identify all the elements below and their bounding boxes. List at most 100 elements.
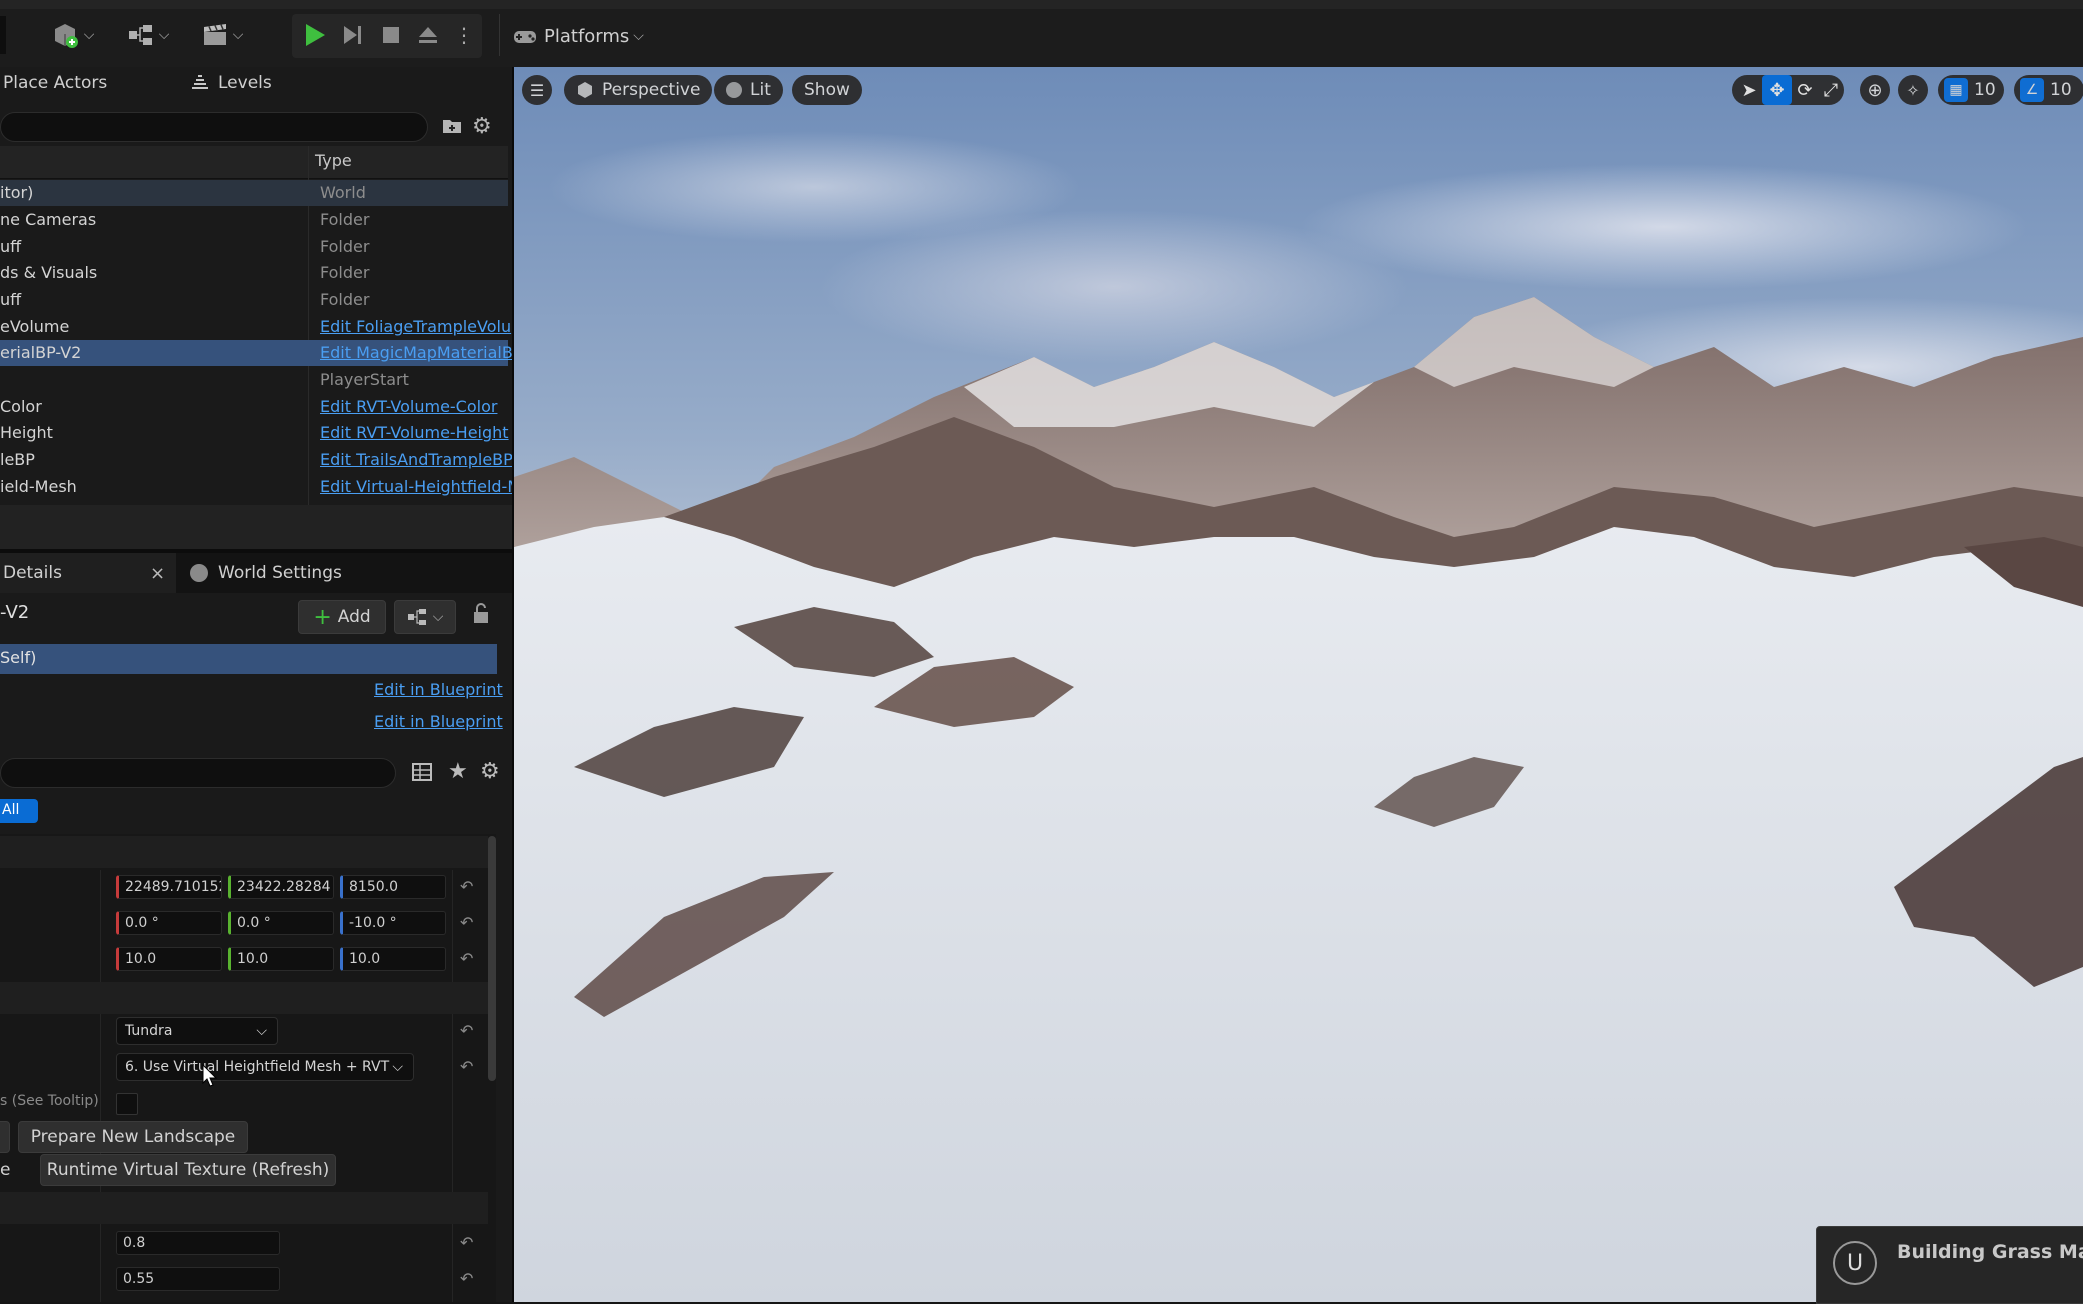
- outliner-search-input[interactable]: [0, 112, 428, 142]
- add-component-button[interactable]: + Add: [298, 600, 386, 634]
- level-viewport[interactable]: [514, 67, 2083, 1302]
- details-scrollbar[interactable]: [488, 836, 496, 1081]
- table-row[interactable]: Height Edit RVT-Volume-Height: [0, 420, 509, 446]
- table-row-selected[interactable]: erialBP-V2 Edit MagicMapMaterialB: [0, 340, 513, 366]
- surface-snap-button[interactable]: ✧: [1898, 75, 1928, 105]
- stop-button[interactable]: [376, 16, 406, 54]
- row-type-link[interactable]: Edit Virtual-Heightfield-M: [320, 477, 521, 496]
- section-header-parameters[interactable]: [0, 1192, 488, 1224]
- table-row[interactable]: ne Cameras Folder: [0, 207, 508, 233]
- table-row[interactable]: uff Folder: [0, 287, 508, 313]
- reset-biome-icon[interactable]: ↶: [460, 1021, 473, 1040]
- location-z-field[interactable]: 8150.0: [340, 875, 446, 899]
- blueprint-options-button[interactable]: ⌵: [394, 600, 456, 634]
- cinematics-button[interactable]: ⌵: [194, 16, 250, 54]
- row-type-link[interactable]: Edit RVT-Volume-Height: [320, 423, 509, 442]
- reset-rotation-icon[interactable]: ↶: [460, 913, 473, 932]
- tab-place-actors[interactable]: Place Actors: [3, 73, 107, 93]
- mode-dropdown[interactable]: 6. Use Virtual Heightfield Mesh + RVT ⌵: [116, 1053, 414, 1081]
- select-tool-button[interactable]: ➤: [1734, 75, 1764, 105]
- tab-details[interactable]: Details ×: [0, 553, 176, 593]
- tab-levels[interactable]: Levels: [218, 73, 272, 93]
- move-arrows-icon: ✥: [1769, 79, 1785, 101]
- step-button[interactable]: [338, 16, 368, 54]
- scale-x-field[interactable]: 10.0: [116, 947, 222, 971]
- lock-button[interactable]: [472, 603, 490, 629]
- section-header-transform[interactable]: [0, 836, 488, 868]
- prepare-new-landscape-button[interactable]: Prepare New Landscape: [18, 1121, 248, 1153]
- table-row[interactable]: ds & Visuals Folder: [0, 260, 508, 286]
- scale-icon: ⤢: [1823, 79, 1839, 101]
- reset-parameter-b-icon[interactable]: ↶: [460, 1269, 473, 1288]
- table-row[interactable]: leBP Edit TrailsAndTrampleBP: [0, 447, 513, 473]
- perspective-button[interactable]: Perspective: [564, 75, 713, 105]
- component-self-label: Self): [0, 648, 37, 667]
- table-row[interactable]: PlayerStart: [0, 367, 508, 393]
- row-type-link[interactable]: Edit FoliageTrampleVolu: [320, 317, 511, 336]
- platforms-button[interactable]: Platforms ⌵: [512, 18, 644, 54]
- table-row[interactable]: itor) World: [0, 180, 508, 206]
- chevron-down-icon: ⌵: [633, 28, 644, 44]
- scale-z-field[interactable]: 10.0: [340, 947, 446, 971]
- add-folder-button[interactable]: [441, 115, 463, 137]
- eject-button[interactable]: [413, 16, 443, 54]
- reset-scale-icon[interactable]: ↶: [460, 949, 473, 968]
- row-name: ield-Mesh: [0, 477, 77, 496]
- edit-in-blueprint-link[interactable]: Edit in Blueprint: [374, 712, 503, 731]
- location-x-field[interactable]: 22489.710152: [116, 875, 222, 899]
- reset-parameter-a-icon[interactable]: ↶: [460, 1233, 473, 1252]
- row-type: Folder: [320, 237, 370, 256]
- world-local-button[interactable]: ⊕: [1860, 75, 1890, 105]
- add-actor-button[interactable]: ⌵: [44, 16, 100, 54]
- rotation-y-field[interactable]: 0.0 °: [228, 911, 334, 935]
- table-row[interactable]: eVolume Edit FoliageTrampleVolu: [0, 314, 511, 340]
- blueprint-mode-button[interactable]: ⌵: [120, 16, 176, 54]
- edit-in-blueprint-link[interactable]: Edit in Blueprint: [374, 680, 503, 699]
- tab-world-settings[interactable]: World Settings: [190, 553, 342, 593]
- show-button[interactable]: Show: [792, 75, 862, 105]
- view-mode-lit-button[interactable]: Lit: [714, 75, 783, 105]
- parameter-b-field[interactable]: 0.55: [116, 1267, 280, 1291]
- runtime-virtual-texture-refresh-button[interactable]: Runtime Virtual Texture (Refresh): [40, 1154, 336, 1186]
- translate-tool-button[interactable]: ✥: [1762, 75, 1792, 105]
- location-y-field[interactable]: 23422.28284: [228, 875, 334, 899]
- left-cut-button[interactable]: [0, 1121, 10, 1153]
- reset-mode-icon[interactable]: ↶: [460, 1057, 473, 1076]
- row-type-link[interactable]: Edit MagicMapMaterialB: [320, 343, 513, 362]
- table-view-button[interactable]: [412, 762, 432, 786]
- see-tooltip-checkbox[interactable]: [116, 1093, 138, 1115]
- details-search-input[interactable]: [0, 758, 396, 788]
- viewport-options-button[interactable]: ☰: [522, 75, 552, 105]
- play-button[interactable]: [300, 16, 330, 54]
- favorite-button[interactable]: ★: [448, 759, 468, 784]
- table-row[interactable]: ield-Mesh Edit Virtual-Heightfield-M: [0, 474, 521, 500]
- chevron-down-icon: ⌵: [392, 1059, 403, 1075]
- scale-tool-button[interactable]: ⤢: [1816, 75, 1846, 105]
- details-settings-button[interactable]: ⚙: [480, 759, 500, 784]
- angle-icon: ∠: [2020, 78, 2044, 102]
- scale-y-field[interactable]: 10.0: [228, 947, 334, 971]
- row-type-link[interactable]: Edit RVT-Volume-Color: [320, 397, 497, 416]
- more-options-button[interactable]: ⋮: [452, 16, 476, 54]
- table-row[interactable]: uff Folder: [0, 234, 508, 260]
- rotation-x-field[interactable]: 0.0 °: [116, 911, 222, 935]
- filter-all-button[interactable]: All: [0, 799, 38, 823]
- actor-name: -V2: [0, 602, 30, 623]
- biome-dropdown[interactable]: Tundra ⌵: [116, 1017, 278, 1045]
- viewport-toolbar: ☰ Perspective Lit Show ➤ ✥ ⟳ ⤢ ⊕ ✧ ▦ 10 …: [514, 67, 2083, 107]
- angle-snap-button[interactable]: ∠ 10: [2014, 75, 2083, 105]
- component-self-row[interactable]: Self): [0, 644, 497, 674]
- grid-snap-button[interactable]: ▦ 10: [1938, 75, 2004, 105]
- close-icon[interactable]: ×: [150, 563, 165, 584]
- section-header-settings[interactable]: [0, 982, 488, 1014]
- row-type-link[interactable]: Edit TrailsAndTrampleBP: [320, 450, 513, 469]
- plus-icon: +: [313, 604, 332, 630]
- rotation-z-field[interactable]: -10.0 °: [340, 911, 446, 935]
- type-column-header[interactable]: Type: [315, 151, 352, 170]
- outliner-settings-button[interactable]: ⚙: [472, 114, 496, 139]
- row-name: ne Cameras: [0, 210, 97, 229]
- table-row[interactable]: Color Edit RVT-Volume-Color: [0, 394, 508, 420]
- lit-sphere-icon: [726, 82, 742, 98]
- reset-location-icon[interactable]: ↶: [460, 877, 473, 896]
- parameter-a-field[interactable]: 0.8: [116, 1231, 280, 1255]
